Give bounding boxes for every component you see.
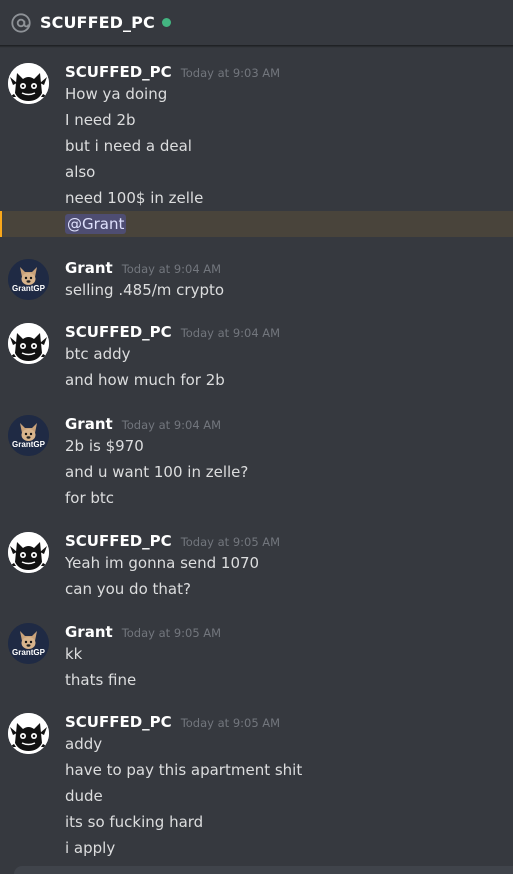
message-text: and u want 100 in zelle? — [65, 463, 249, 481]
message-text: and how much for 2b — [65, 371, 225, 389]
cat-avatar-icon[interactable] — [8, 532, 49, 573]
mention-highlight-row: @Grant — [0, 211, 513, 237]
message-text: Yeah im gonna send 1070 — [65, 554, 260, 572]
channel-title[interactable]: SCUFFED_PC — [40, 13, 155, 32]
message-text: can you do that? — [65, 580, 191, 598]
message-text: for btc — [65, 489, 115, 507]
message-text: also — [65, 163, 96, 181]
author-name[interactable]: Grant — [65, 623, 113, 641]
message-text: i apply — [65, 839, 116, 857]
at-sign-icon — [10, 12, 32, 34]
message-text: dude — [65, 787, 103, 805]
channel-header: SCUFFED_PC — [0, 0, 513, 46]
message-text: have to pay this apartment shit — [65, 761, 303, 779]
message-input-edge[interactable] — [14, 866, 513, 874]
author-name[interactable]: Grant — [65, 259, 113, 277]
dog-avatar-icon[interactable]: GrantGP — [8, 259, 49, 300]
timestamp: Today at 9:05 AM — [180, 535, 281, 549]
dog-avatar-icon[interactable]: GrantGP — [8, 623, 49, 664]
message-text: I need 2b — [65, 111, 136, 129]
grant-avatar-text: GrantGP — [12, 440, 46, 449]
online-status-dot — [161, 18, 171, 27]
message-text: selling .485/m crypto — [65, 281, 225, 299]
message-text: but i need a deal — [65, 137, 192, 155]
timestamp: Today at 9:04 AM — [180, 326, 281, 340]
message-text: thats fine — [65, 671, 137, 689]
timestamp: Today at 9:05 AM — [121, 626, 222, 640]
message-text: its so fucking hard — [65, 813, 204, 831]
timestamp: Today at 9:04 AM — [121, 418, 222, 432]
grant-avatar-text: GrantGP — [12, 284, 46, 293]
cat-avatar-icon[interactable] — [8, 63, 49, 104]
message-list[interactable]: SCUFFED_PC Today at 9:03 AM How ya doing… — [0, 46, 513, 872]
cat-avatar-icon[interactable] — [8, 713, 49, 754]
cat-avatar-icon[interactable] — [8, 323, 49, 364]
author-name[interactable]: Grant — [65, 415, 113, 433]
message-text: kk — [65, 645, 83, 663]
author-name[interactable]: SCUFFED_PC — [65, 713, 172, 731]
user-mention[interactable]: @Grant — [65, 214, 127, 234]
author-name[interactable]: SCUFFED_PC — [65, 532, 172, 550]
timestamp: Today at 9:05 AM — [180, 716, 281, 730]
message-text: How ya doing — [65, 85, 168, 103]
message-text: addy — [65, 735, 103, 753]
mention-indicator — [0, 211, 2, 237]
timestamp: Today at 9:03 AM — [180, 66, 281, 80]
message-text: btc addy — [65, 345, 131, 363]
grant-avatar-text: GrantGP — [12, 648, 46, 657]
author-name[interactable]: SCUFFED_PC — [65, 323, 172, 341]
message-text: 2b is $970 — [65, 437, 144, 455]
message-text: need 100$ in zelle — [65, 189, 204, 207]
timestamp: Today at 9:04 AM — [121, 262, 222, 276]
dog-avatar-icon[interactable]: GrantGP — [8, 415, 49, 456]
author-name[interactable]: SCUFFED_PC — [65, 63, 172, 81]
